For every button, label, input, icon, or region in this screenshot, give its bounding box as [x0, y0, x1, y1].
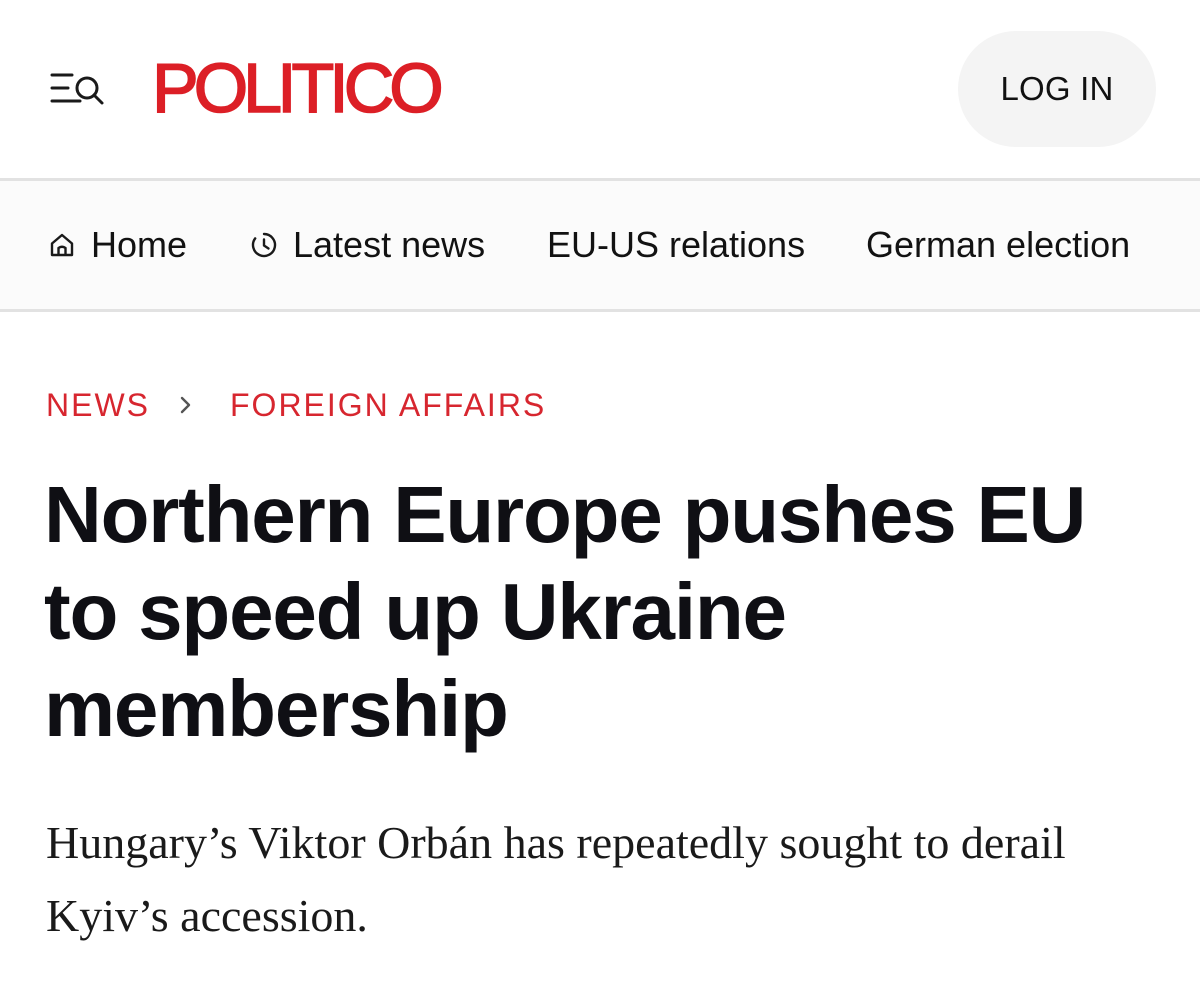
nav-item-eu-us-relations[interactable]: EU-US relations [547, 181, 805, 309]
nav-item-label: Home [91, 224, 188, 265]
nav-item-home[interactable]: Home [47, 181, 187, 309]
breadcrumb: NEWS FOREIGN AFFAIRS [46, 383, 546, 427]
home-icon [47, 230, 77, 260]
menu-search-icon [46, 66, 110, 114]
article-dek: Hungary’s Viktor Orbán has repeatedly so… [46, 817, 1066, 941]
menu-search-button[interactable] [46, 66, 110, 114]
nav-item-label: German election [866, 224, 1131, 265]
nav-item-label: Latest news [293, 224, 486, 265]
breadcrumb-foreign-affairs[interactable]: FOREIGN AFFAIRS [230, 387, 546, 424]
breadcrumb-news[interactable]: NEWS [46, 387, 150, 424]
site-header: POLITICO LOG IN [0, 0, 1200, 180]
nav-divider [0, 309, 1200, 312]
clock-icon [249, 230, 279, 260]
nav-item-german-election[interactable]: German election [866, 181, 1130, 309]
section-nav: Home Latest news EU-US relations German … [0, 181, 1200, 309]
article-headline: Northern Europe pushes EU to speed up Uk… [44, 470, 1086, 753]
chevron-right-icon [178, 393, 194, 417]
politico-logo[interactable]: POLITICO [151, 48, 444, 128]
login-button[interactable]: LOG IN [958, 31, 1156, 147]
nav-item-latest-news[interactable]: Latest news [249, 181, 485, 309]
nav-item-label: EU-US relations [547, 224, 806, 265]
